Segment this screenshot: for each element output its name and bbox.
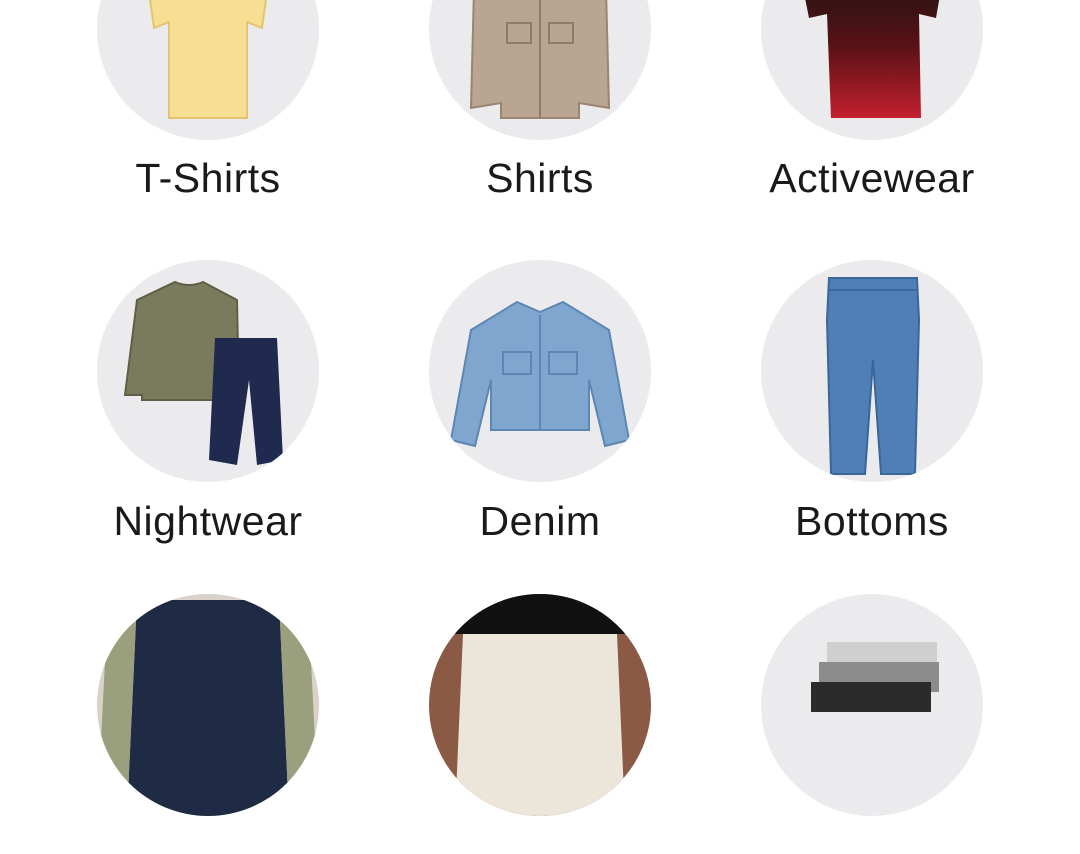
category-label: Nightwear [113, 498, 303, 544]
chinos-image [97, 594, 319, 816]
pants-image [429, 594, 651, 816]
tshirt-image [97, 0, 319, 140]
nightwear-image [97, 260, 319, 482]
underwear-image [761, 594, 983, 816]
category-tile-bottoms[interactable]: Bottoms [732, 260, 1012, 544]
category-label: Bottoms [795, 498, 949, 544]
category-label: Shirts [486, 155, 594, 201]
activewear-image [761, 0, 983, 140]
jeans-icon [825, 277, 921, 475]
category-tile-pants[interactable] [400, 594, 680, 854]
category-tile-activewear[interactable]: Activewear [732, 0, 1012, 201]
category-tile-chinos[interactable] [68, 594, 348, 854]
category-label: T-Shirts [135, 155, 281, 201]
category-tile-shirts[interactable]: Shirts [400, 0, 680, 201]
underwear-icon [811, 642, 939, 712]
category-tile-underwear[interactable] [732, 594, 1012, 854]
category-label: Denim [479, 498, 601, 544]
shirt-image [429, 0, 651, 140]
white-pants-icon [455, 594, 625, 816]
tshirt-icon [149, 0, 267, 119]
category-label: Activewear [769, 155, 975, 201]
category-tile-nightwear[interactable]: Nightwear [68, 260, 348, 544]
activewear-icon [805, 0, 940, 118]
denim-jacket-icon [449, 300, 631, 448]
shirt-icon [469, 0, 611, 119]
nightwear-icon [123, 280, 283, 465]
bottoms-image [761, 260, 983, 482]
category-tile-tshirts[interactable]: T-Shirts [68, 0, 348, 201]
category-tile-denim[interactable]: Denim [400, 260, 680, 544]
denim-image [429, 260, 651, 482]
chinos-icon [97, 600, 319, 816]
